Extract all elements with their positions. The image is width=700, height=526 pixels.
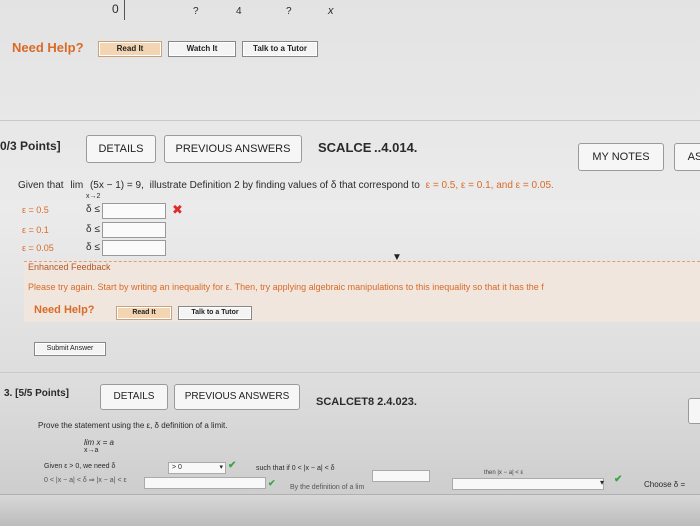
pointer-cursor-icon: ▼ (392, 252, 402, 263)
dropdown-value: > 0 (172, 464, 182, 471)
problem1-details-button[interactable]: DETAILS (86, 135, 156, 163)
problem1-question: Given that lim (5x − 1) = 9, illustrate … (18, 180, 554, 191)
problem1-previous-answers-button[interactable]: PREVIOUS ANSWERS (164, 135, 302, 163)
problem2-code: SCALCET8 2.4.023. (316, 396, 417, 408)
limit-subscript: x→2 (86, 193, 101, 200)
problem1-code: SCALCE ..4.014. (318, 140, 418, 155)
section-divider (0, 372, 700, 373)
need-help-label: Need Help? (12, 40, 84, 55)
top-strip-item: ? (286, 6, 292, 17)
correct-check-icon: ✔ (268, 478, 276, 488)
top-strip-item: x (328, 5, 334, 17)
problem2-limit: lim x = a (84, 438, 115, 447)
such-that-text: such that if 0 < |x − a| < δ (256, 465, 335, 472)
implication-text: 0 < |x − a| < δ ⇒ |x − a| < ε (44, 477, 127, 484)
incorrect-icon: ✖ (172, 202, 183, 217)
feedback-title: Enhanced Feedback (28, 262, 111, 272)
delta-input[interactable] (102, 240, 166, 256)
such-that-input[interactable] (372, 470, 430, 482)
choose-text: Choose δ = (644, 480, 686, 489)
chevron-down-icon: ▾ (219, 464, 223, 471)
read-it-button[interactable]: Read It (116, 306, 172, 320)
section-divider (0, 120, 700, 121)
then-input[interactable] (452, 478, 604, 490)
definition-text: By the definition of a lim (290, 484, 365, 491)
problem2-prompt: Prove the statement using the ε, δ defin… (38, 421, 228, 430)
then-text: then |x − a| < ε (484, 470, 524, 476)
need-help-label: Need Help? (34, 304, 95, 316)
problem2-limit-subscript: x→a (84, 447, 99, 454)
my-notes-button[interactable]: MY NOTES (578, 143, 664, 171)
ask-button[interactable]: AS (674, 143, 700, 171)
delta-row-label: δ ≤ (86, 204, 100, 215)
top-strip-item: 4 (236, 6, 242, 17)
talk-to-tutor-button[interactable]: Talk to a Tutor (178, 306, 252, 320)
delta-condition-dropdown[interactable]: > 0 ▾ (168, 462, 226, 474)
feedback-text: Please try again. Start by writing an in… (28, 282, 544, 292)
talk-to-tutor-button[interactable]: Talk to a Tutor (242, 41, 318, 57)
epsilon-row-label: ε = 0.5 (22, 205, 49, 215)
screen-bottom-bar (0, 494, 700, 526)
submit-answer-button[interactable]: Submit Answer (34, 342, 106, 356)
problem2-previous-answers-button[interactable]: PREVIOUS ANSWERS (174, 384, 300, 410)
chevron-down-icon: ▾ (600, 478, 605, 487)
top-strip-item: ? (193, 6, 199, 17)
delta-input[interactable] (102, 222, 166, 238)
given-text: Given ε > 0, we need δ (44, 463, 116, 470)
watch-it-button[interactable]: Watch It (168, 41, 236, 57)
delta-input[interactable] (102, 203, 166, 219)
top-strip: 0 ? 4 ? x (0, 0, 700, 24)
question-prefix: Given that (18, 180, 64, 191)
correct-check-icon: ✔ (228, 460, 237, 471)
problem1-points: 0/3 Points] (0, 139, 61, 153)
limit-symbol: lim (70, 180, 84, 191)
epsilon-row-label: ε = 0.1 (22, 225, 49, 235)
implication-dropdown[interactable] (144, 477, 266, 489)
question-expression: (5x − 1) = 9, (89, 180, 144, 191)
correct-check-icon: ✔ (614, 474, 623, 485)
delta-row-label: δ ≤ (86, 242, 100, 253)
top-strip-item: 0 (112, 2, 119, 16)
problem2-points: 3. [5/5 Points] (4, 388, 70, 399)
read-it-button[interactable]: Read It (98, 41, 162, 57)
problem2-side-button[interactable] (688, 398, 700, 424)
epsilon-row-label: ε = 0.05 (22, 243, 54, 253)
question-body: illustrate Definition 2 by finding value… (149, 180, 420, 191)
epsilon-values: ε = 0.5, ε = 0.1, and ε = 0.05. (425, 180, 554, 191)
delta-row-label: δ ≤ (86, 224, 100, 235)
top-strip-divider (124, 0, 125, 20)
problem2-details-button[interactable]: DETAILS (100, 384, 168, 410)
